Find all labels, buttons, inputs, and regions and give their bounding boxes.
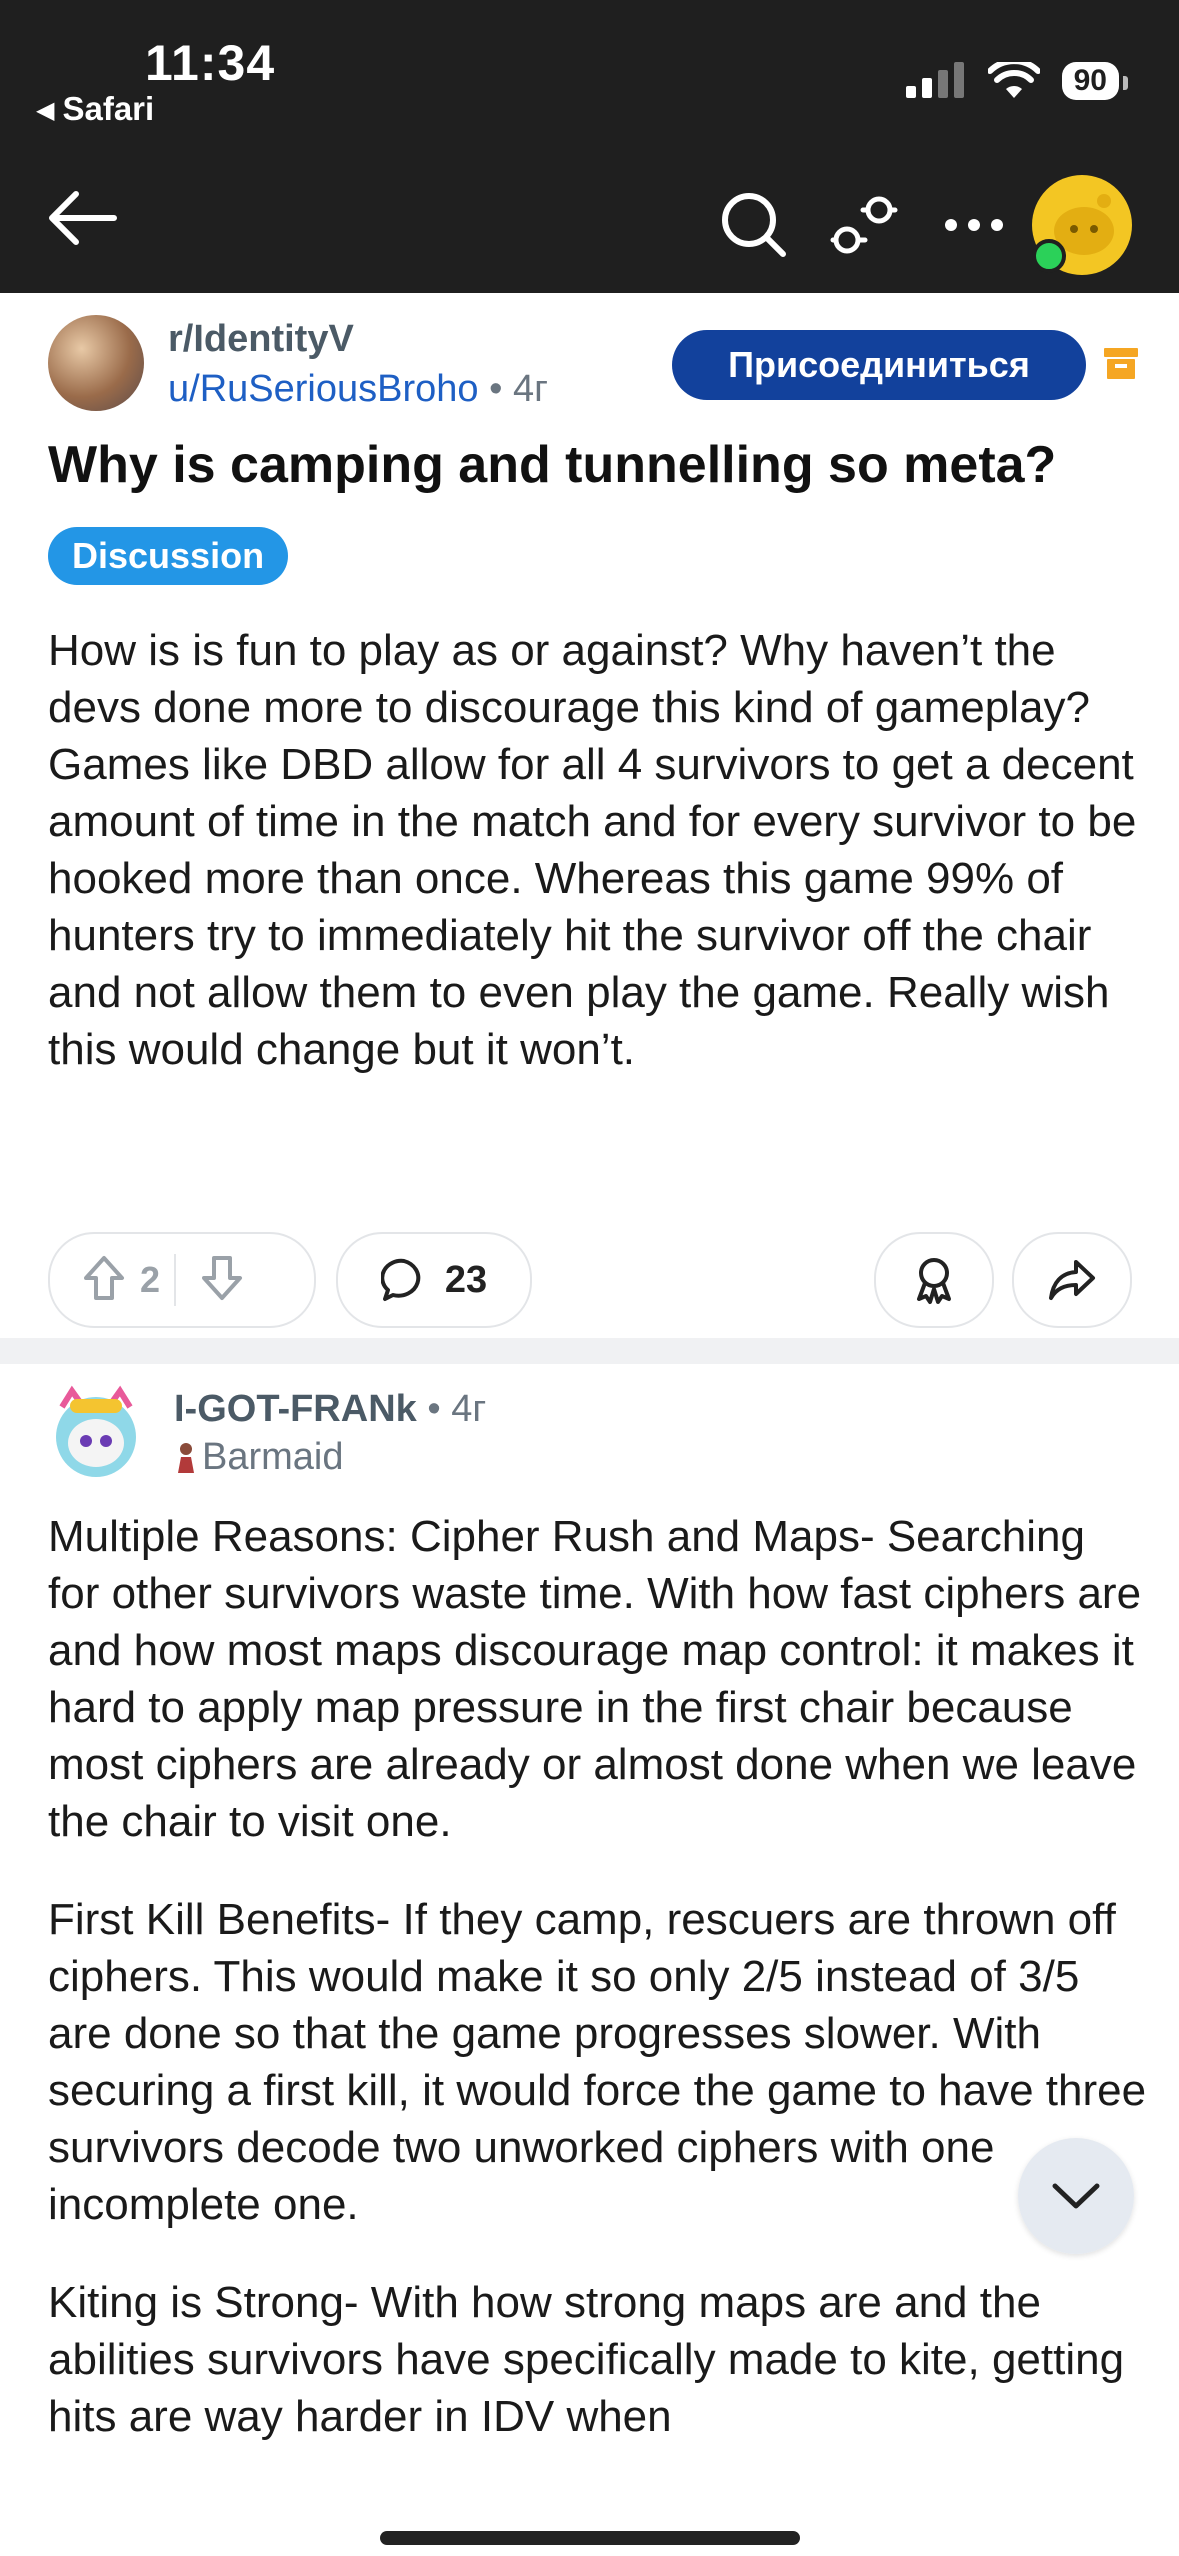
scroll-down-button[interactable] [1018,2138,1134,2254]
award-icon [917,1258,951,1304]
comment-author-avatar[interactable] [48,1385,144,1485]
post-body: How is is fun to play as or against? Why… [48,626,1137,1074]
filter-sliders-icon [830,196,898,254]
commenter-avatar-icon [56,1385,136,1477]
post-flair[interactable]: Discussion [48,527,289,585]
downvote-arrow-icon [202,1255,243,1300]
more-dots-icon [945,219,1003,231]
share-arrow-icon [1049,1260,1095,1300]
back-app-label: Safari [62,90,155,127]
join-button[interactable]: Присоединиться [672,330,1086,400]
post-author-line: u/RuSeriousBroho • 4г [168,368,548,411]
back-to-safari[interactable]: ◀ Safari [36,90,154,128]
comment-paragraph: Multiple Reasons: Cipher Rush and Maps- … [48,1512,1142,1846]
share-button[interactable] [1012,1232,1132,1328]
section-divider [0,1338,1179,1364]
comment-body: Multiple Reasons: Cipher Rush and Maps- … [48,1508,1148,2486]
status-time: 11:34 [145,35,276,91]
comment-author-line: I-GOT-FRANk • 4г [174,1388,486,1431]
more-options-button[interactable] [919,160,1029,290]
barmaid-flair-icon [178,1442,194,1473]
comment-author-name[interactable]: I-GOT-FRANk [174,1388,417,1430]
cellular-signal-icon [905,62,964,98]
comment-paragraph: First Kill Benefits- If they camp, rescu… [48,1895,1147,2229]
status-icons: 90 [905,62,1129,100]
post-title: Why is camping and tunnelling so meta? [48,436,1057,494]
vote-separator [174,1254,177,1306]
archive-button[interactable] [1103,345,1139,386]
comment-age: • 4г [427,1388,487,1430]
comment-bubble-icon [380,1258,421,1301]
home-indicator [380,2531,800,2545]
post-author-link[interactable]: u/RuSeriousBroho [168,368,479,410]
archive-icon [1104,348,1138,379]
subreddit-avatar[interactable] [48,315,144,411]
award-button[interactable] [874,1232,994,1328]
post-age: • 4г [489,368,548,410]
post-action-bar: 2 23 [48,1232,1132,1328]
upvote-button[interactable] [82,1255,126,1306]
battery-indicator: 90 [1061,62,1129,100]
top-bar: 11:34 ◀ Safari 90 [0,0,1179,293]
sort-filter-button[interactable] [809,160,919,290]
vote-control: 2 [48,1232,316,1328]
arrow-left-icon [49,191,117,245]
user-avatar[interactable] [1032,175,1132,275]
wifi-icon [987,62,1040,98]
upvote-arrow-icon [84,1255,124,1300]
comment-flair-text: Barmaid [202,1436,344,1478]
back-triangle-icon: ◀ [36,97,55,124]
downvote-button[interactable] [200,1255,244,1306]
subreddit-name[interactable]: r/IdentityV [168,318,354,361]
search-button[interactable] [699,160,809,290]
back-button[interactable] [48,190,118,251]
comments-button[interactable]: 23 [336,1232,532,1328]
comment-paragraph: Kiting is Strong- With how strong maps a… [48,2278,1125,2441]
comment-count: 23 [444,1258,488,1301]
comment-user-flair: Barmaid [174,1436,344,1479]
online-status-dot [1032,239,1066,273]
search-icon [722,193,786,257]
vote-count: 2 [140,1259,161,1300]
chevron-down-icon [1052,2183,1100,2209]
